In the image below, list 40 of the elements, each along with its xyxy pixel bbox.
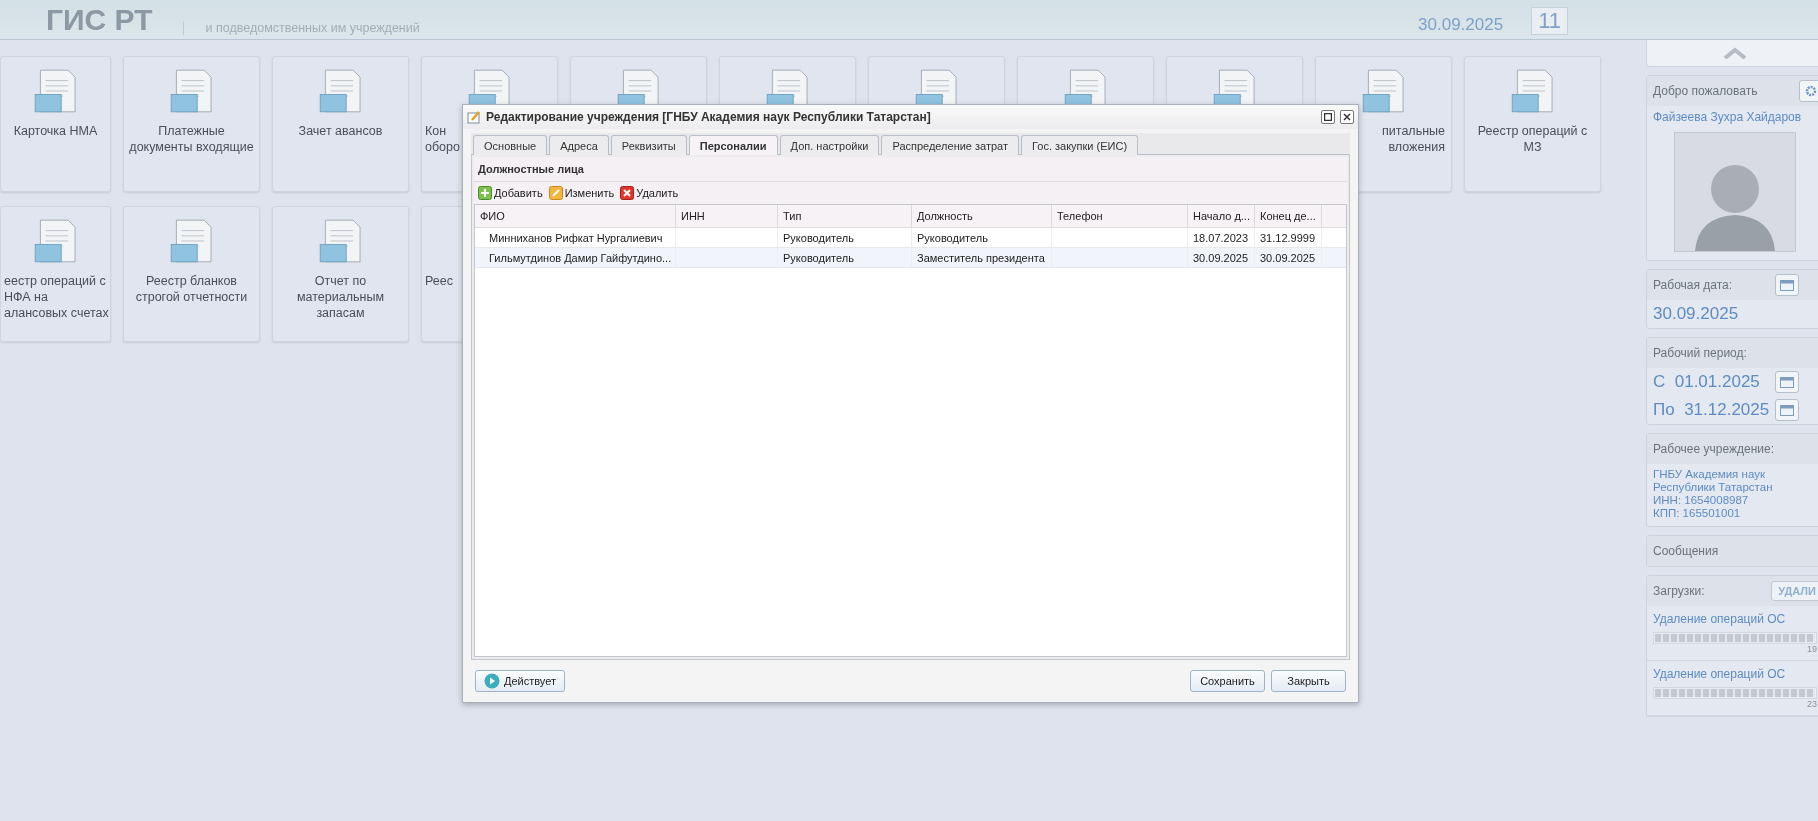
logo-text: ГИС РТ	[46, 5, 153, 35]
table-cell: Руководитель	[778, 228, 912, 247]
header-date: 30.09.2025	[1418, 15, 1504, 35]
download-time: 19	[1807, 644, 1817, 654]
download-time: 23	[1807, 699, 1817, 709]
period-date: По 31.12.2025	[1652, 399, 1771, 421]
table-cell: 31.12.9999	[1255, 228, 1322, 247]
tile-label: Карточка НМА	[13, 123, 98, 139]
table-cell: 18.07.2023	[1188, 228, 1255, 247]
messages-label: Сообщения	[1653, 544, 1719, 558]
tile-label: Зачет авансов	[298, 123, 383, 139]
period-date: С 01.01.2025	[1652, 371, 1761, 393]
table-cell: Руководитель	[778, 248, 912, 267]
tile-label: Платежные документы входящие	[129, 123, 254, 155]
dialog-title: Редактирование учреждения [ГНБУ Академия наук Республики Татарстан]	[486, 110, 931, 124]
table-cell: Гильмутдинов Дамир Гайфутдино...	[475, 248, 676, 267]
clock: 11	[1531, 7, 1568, 35]
tile-label: питальные вложения	[1382, 123, 1445, 155]
tile-label: еестр операций с НФА на алансовых счетах	[4, 273, 109, 321]
download-name: Удаление операций ОС	[1653, 667, 1787, 681]
tile-label: Отчет по материальным запасам	[297, 273, 384, 321]
user-name: Файзеева Зухра Хайдаров	[1652, 109, 1803, 126]
table-cell: Заместитель президента	[912, 248, 1052, 267]
tile-label: Реес	[425, 273, 453, 289]
period-label: Рабочий период:	[1653, 346, 1747, 360]
work-date-label: Рабочая дата:	[1653, 278, 1733, 292]
tile-label: Кон оборо	[425, 123, 460, 155]
organization-label: Рабочее учреждение:	[1653, 442, 1774, 456]
tile-label: Реестр бланков строгой отчетности	[135, 273, 248, 305]
download-name: Удаление операций ОС	[1653, 612, 1787, 626]
work-date: 30.09.2025	[1652, 303, 1740, 325]
downloads-label: Загрузки:	[1653, 584, 1705, 598]
tile-label: Реестр операций с МЗ	[1477, 123, 1588, 155]
table-cell: 30.09.2025	[1188, 248, 1255, 267]
table-cell: Минниханов Рифкат Нургалиевич	[475, 228, 676, 247]
panel-title: Должностные лица	[474, 157, 1347, 182]
welcome-label: Добро пожаловать	[1653, 84, 1758, 98]
table-cell: 30.09.2025	[1255, 248, 1322, 267]
organization-info: ГНБУ Академия наук Республики Татарстан ИНН: 1654008987 КПП: 165501001	[1652, 467, 1774, 521]
table-cell: Руководитель	[912, 228, 1052, 247]
